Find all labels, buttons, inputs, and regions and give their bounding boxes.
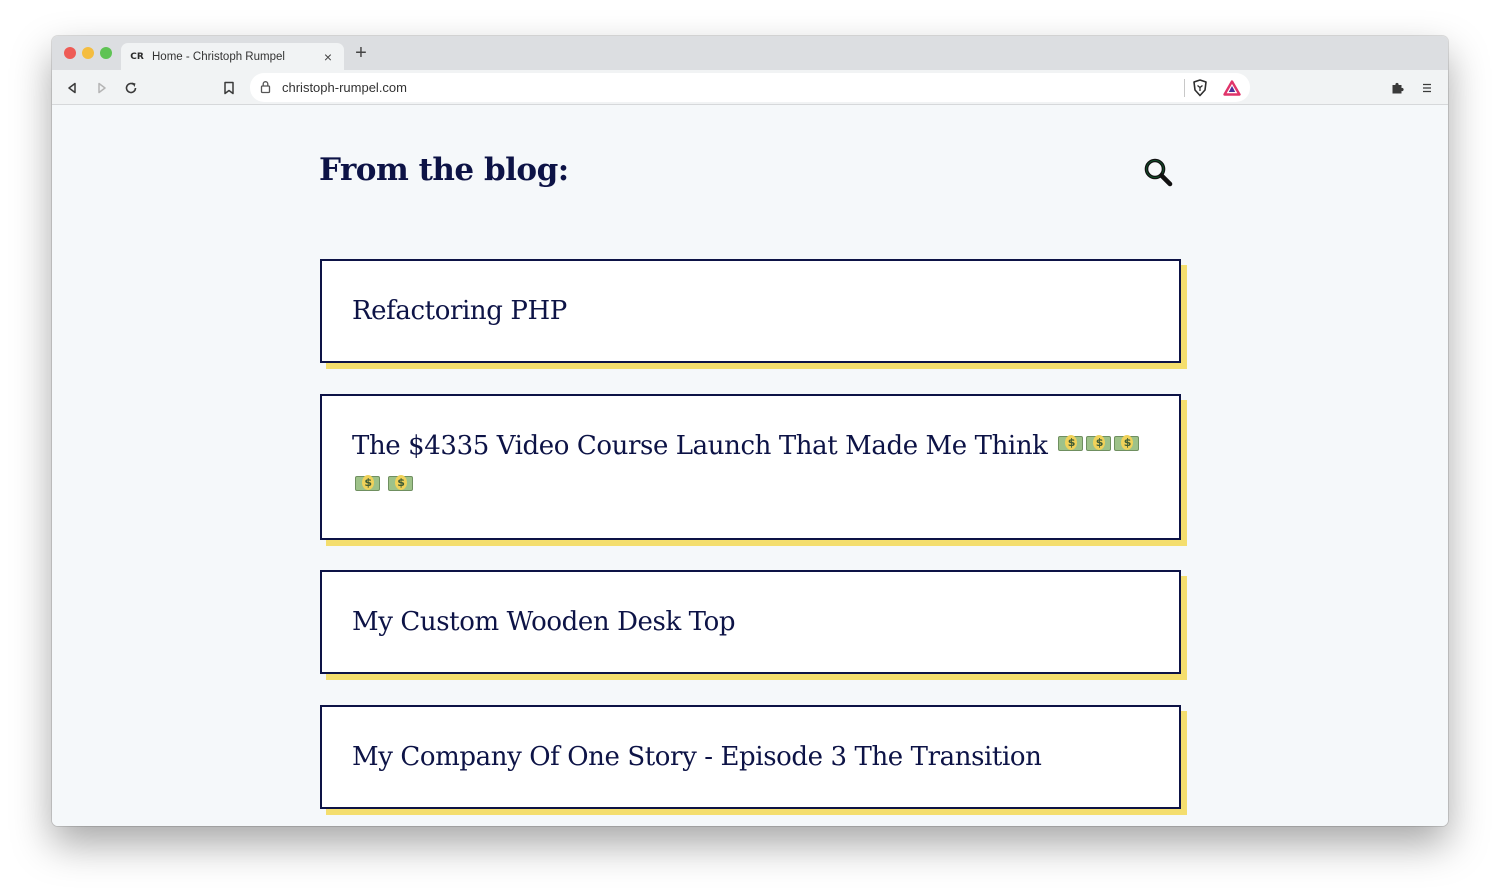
url-text[interactable]: christoph-rumpel.com	[282, 80, 407, 95]
menu-icon[interactable]	[1418, 79, 1436, 97]
back-icon[interactable]	[63, 79, 81, 97]
address-bar[interactable]: christoph-rumpel.com	[250, 73, 1250, 102]
money-with-wings-icon	[387, 475, 413, 491]
lock-icon	[260, 80, 271, 99]
browser-toolbar: christoph-rumpel.com	[52, 70, 1448, 105]
forward-icon[interactable]	[93, 79, 111, 97]
money-with-wings-icon	[1058, 435, 1084, 451]
blog-post-title[interactable]: My Custom Wooden Desk Top	[352, 602, 1151, 642]
blog-post-title[interactable]: Refactoring PHP	[352, 291, 1151, 331]
page-title: From the blog:	[319, 152, 569, 188]
blog-post-title-text[interactable]: The $4335 Video Course Launch That Made …	[352, 431, 1048, 461]
blog-post-card[interactable]: My Company Of One Story - Episode 3 The …	[320, 705, 1181, 809]
browser-tab[interactable]: CR Home - Christoph Rumpel ×	[121, 43, 344, 70]
blog-post-title[interactable]: My Company Of One Story - Episode 3 The …	[352, 737, 1151, 777]
site-favicon-icon: CR	[130, 51, 144, 62]
blog-post-card[interactable]: Refactoring PHP	[320, 259, 1181, 363]
money-with-wings-icon	[355, 475, 380, 491]
brave-shields-icon[interactable]	[1192, 79, 1208, 102]
brave-rewards-icon[interactable]	[1223, 80, 1241, 101]
new-tab-button[interactable]: +	[351, 43, 371, 63]
money-with-wings-icon	[1086, 435, 1112, 451]
extensions-icon[interactable]	[1389, 79, 1407, 97]
minimize-window-button[interactable]	[82, 47, 94, 59]
blog-post-card[interactable]: My Custom Wooden Desk Top	[320, 570, 1181, 674]
blog-post-title[interactable]: The $4335 Video Course Launch That Made …	[352, 426, 1151, 506]
zoom-window-button[interactable]	[100, 47, 112, 59]
page-content: From the blog: Refactoring PHP The $4335…	[52, 106, 1448, 826]
browser-window: CR Home - Christoph Rumpel × + christoph…	[52, 36, 1448, 826]
reload-icon[interactable]	[122, 79, 140, 97]
tab-strip: CR Home - Christoph Rumpel × +	[52, 36, 1448, 70]
close-window-button[interactable]	[64, 47, 76, 59]
blog-post-card[interactable]: The $4335 Video Course Launch That Made …	[320, 394, 1181, 540]
bookmark-icon[interactable]	[220, 79, 238, 97]
search-icon[interactable]	[1142, 156, 1176, 190]
address-bar-divider	[1184, 79, 1185, 97]
close-tab-icon[interactable]: ×	[320, 49, 336, 65]
money-with-wings-icon	[1114, 435, 1140, 451]
tab-title: Home - Christoph Rumpel	[152, 50, 285, 63]
